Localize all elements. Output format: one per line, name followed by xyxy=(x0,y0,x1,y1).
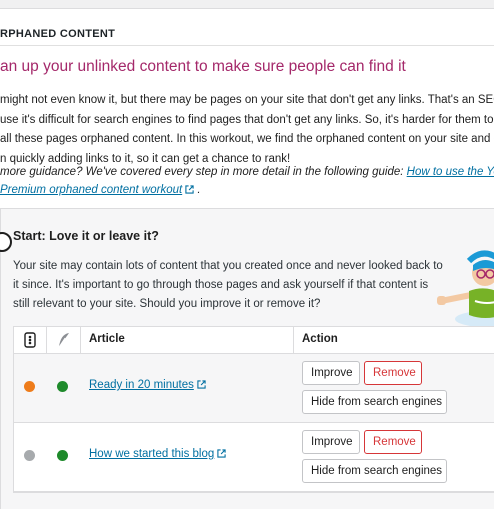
improve-button[interactable]: Improve xyxy=(302,430,360,454)
orphaned-content-table: Article Action Ready in 20 minutes Impro… xyxy=(13,326,494,493)
column-divider xyxy=(80,327,81,353)
step-line: Your site may contain lots of content th… xyxy=(13,260,443,272)
table-header: Article Action xyxy=(14,327,494,354)
seo-score-icon xyxy=(24,332,36,348)
article-link[interactable]: Ready in 20 minutes xyxy=(89,379,206,391)
intro-line: all these pages orphaned content. In thi… xyxy=(0,133,494,145)
article-link[interactable]: How we started this blog xyxy=(89,448,226,460)
section-title: RPHANED CONTENT xyxy=(0,28,116,40)
table-row: How we started this blog Improve Remove … xyxy=(14,423,494,492)
action-column-header: Action xyxy=(302,333,338,345)
intro-line: might not even know it, but there may be… xyxy=(0,94,494,106)
seo-score-indicator xyxy=(24,381,35,392)
workout-step-card: Start: Love it or leave it? Your site ma… xyxy=(0,209,494,509)
guide-link-continued[interactable]: Premium orphaned content workout xyxy=(0,184,182,196)
workout-headline: an up your unlinked content to make sure… xyxy=(0,58,406,75)
step-line: it since. It's important to go through t… xyxy=(13,279,429,291)
seo-score-indicator xyxy=(24,450,35,461)
step-indicator[interactable] xyxy=(0,232,12,252)
article-column-header: Article xyxy=(89,333,125,345)
top-strip xyxy=(0,0,494,9)
table-row: Ready in 20 minutes Improve Remove Hide … xyxy=(14,354,494,423)
external-link-icon xyxy=(185,185,194,194)
step-line: still relevant to your site. Should you … xyxy=(13,298,321,310)
step-description: Your site may contain lots of content th… xyxy=(13,257,443,314)
readability-score-indicator xyxy=(57,450,68,461)
hide-from-search-engines-button[interactable]: Hide from search engines xyxy=(302,459,447,483)
guide-suffix: . xyxy=(194,184,201,196)
intro-line: use it's difficult for search engines to… xyxy=(0,113,494,126)
external-link-icon xyxy=(197,380,206,389)
column-divider xyxy=(46,327,47,353)
header-divider xyxy=(0,45,494,46)
guide-link[interactable]: How to use the Yoa xyxy=(407,166,494,178)
guide-prefix: more guidance? We've covered every step … xyxy=(0,166,407,178)
guide-paragraph: more guidance? We've covered every step … xyxy=(0,163,494,199)
readability-feather-icon xyxy=(58,333,69,348)
readability-score-indicator xyxy=(57,381,68,392)
column-divider xyxy=(293,327,294,353)
remove-button[interactable]: Remove xyxy=(364,361,422,385)
external-link-icon xyxy=(217,449,226,458)
workout-illustration xyxy=(437,250,494,327)
improve-button[interactable]: Improve xyxy=(302,361,360,385)
hide-from-search-engines-button[interactable]: Hide from search engines xyxy=(302,390,447,414)
step-title: Start: Love it or leave it? xyxy=(13,229,159,243)
remove-button[interactable]: Remove xyxy=(364,430,422,454)
intro-paragraph: might not even know it, but there may be… xyxy=(0,91,494,169)
